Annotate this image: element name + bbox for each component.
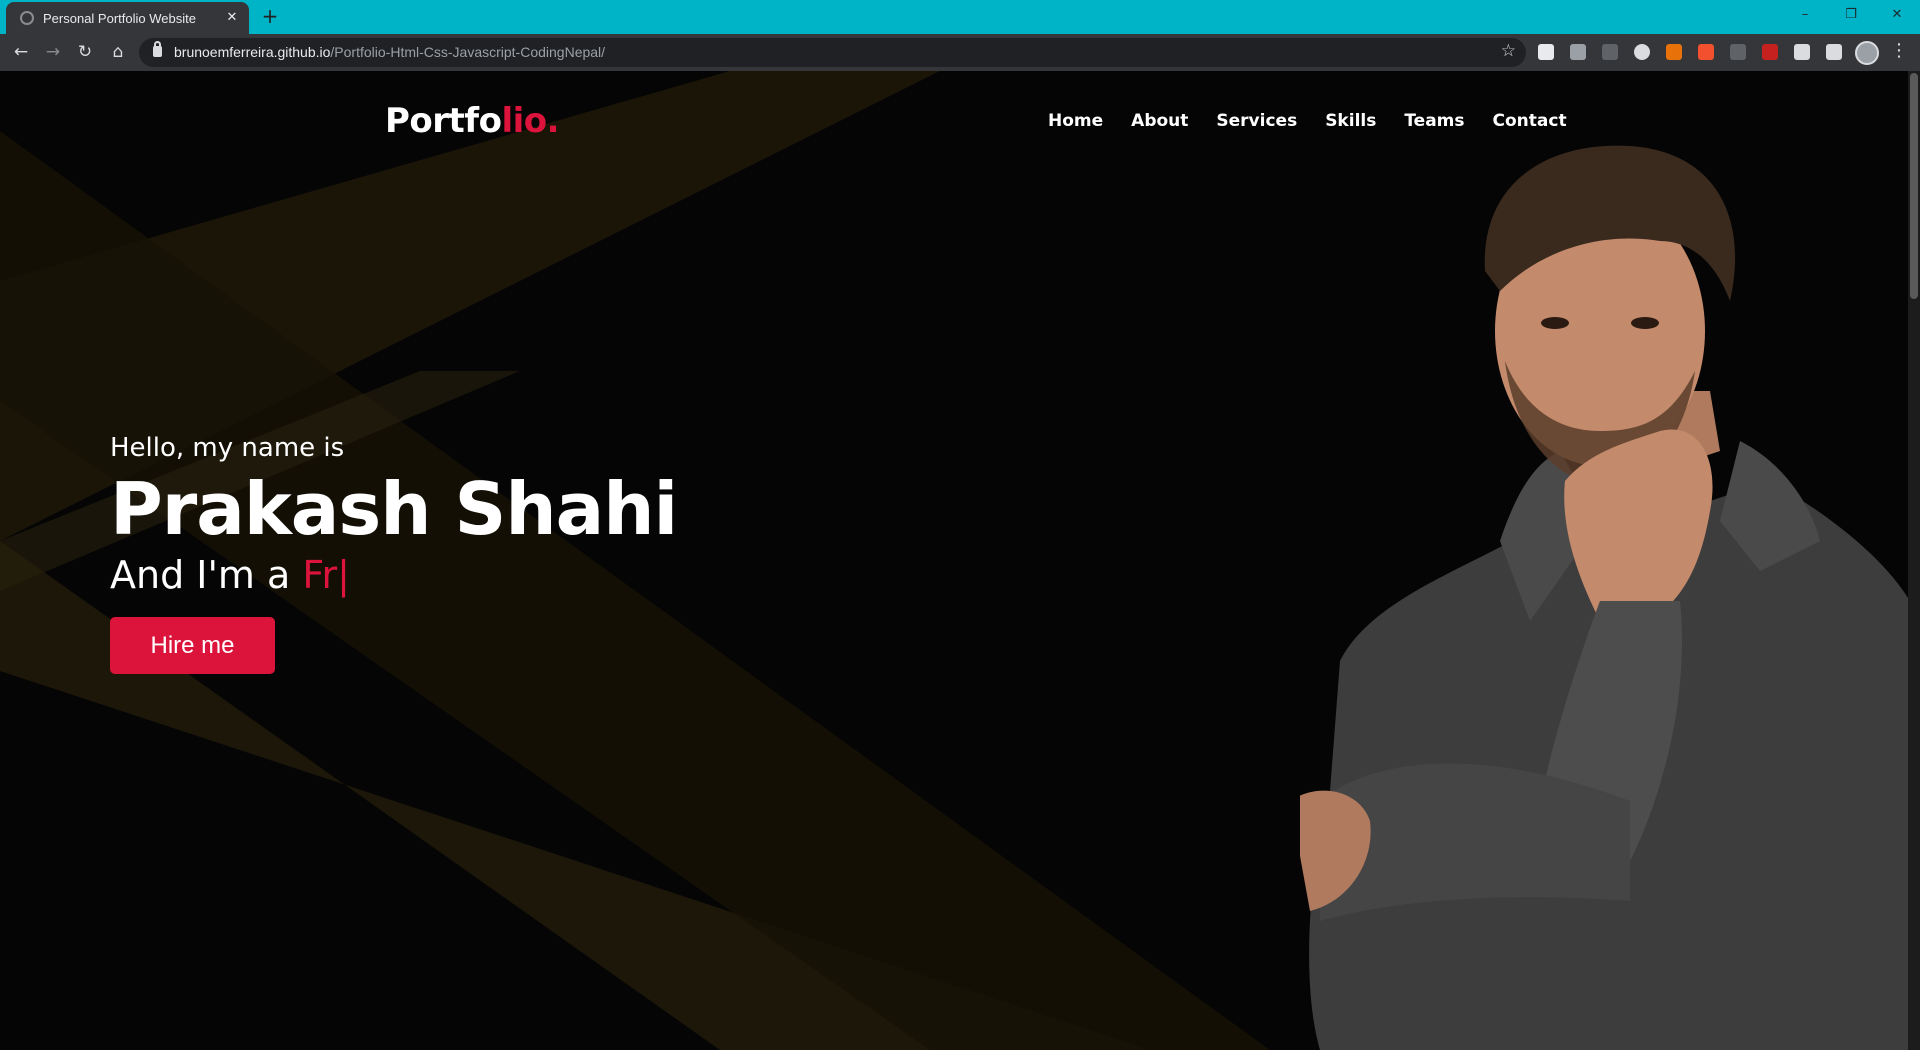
main-menu: Home About Services Skills Teams Contact [1048,111,1567,131]
site-navbar: Portfolio. Home About Services Skills Te… [0,71,1908,171]
restore-window-button[interactable]: ❐ [1828,0,1874,30]
extension-icon[interactable] [1730,44,1746,60]
hero-section: Hello, my name is Prakash Shahi And I'm … [110,433,678,674]
new-tab-button[interactable]: + [259,5,281,27]
tab-title: Personal Portfolio Website [43,10,196,26]
page-scrollbar[interactable] [1908,71,1920,1050]
hero-name: Prakash Shahi [110,467,678,551]
browser-tab-strip: Personal Portfolio Website ✕ + – ❐ ✕ [0,0,1920,34]
nav-teams-link[interactable]: Teams [1404,111,1464,131]
nav-about-link[interactable]: About [1131,111,1188,131]
extension-icon[interactable] [1666,44,1682,60]
hire-me-button[interactable]: Hire me [110,617,275,674]
browser-tab[interactable]: Personal Portfolio Website ✕ [6,2,249,34]
close-tab-icon[interactable]: ✕ [223,9,241,27]
forward-arrow-icon[interactable]: → [41,40,65,64]
profile-avatar[interactable] [1855,41,1879,65]
minimize-window-button[interactable]: – [1782,0,1828,30]
scrollbar-thumb[interactable] [1910,73,1918,299]
nav-contact-link[interactable]: Contact [1493,111,1567,131]
hero-role: And I'm a Fr| [110,553,350,597]
extension-icon[interactable] [1570,44,1586,60]
react-extension-icon[interactable] [1634,44,1650,60]
nav-home-link[interactable]: Home [1048,111,1103,131]
portfolio-page: Portfolio. Home About Services Skills Te… [0,71,1920,1050]
man-portrait-image [1300,145,1920,1050]
browser-toolbar: ← → ↻ ⌂ brunoemferreira.github.io/Portfo… [0,34,1920,71]
extension-icon[interactable] [1602,44,1618,60]
close-window-button[interactable]: ✕ [1874,0,1920,30]
site-logo[interactable]: Portfolio. [385,101,560,141]
reload-icon[interactable]: ↻ [73,40,97,64]
lock-icon [153,41,162,57]
url-text: brunoemferreira.github.io/Portfolio-Html… [174,44,606,60]
adblock-extension-icon[interactable] [1762,44,1778,60]
typed-role-text: Fr| [302,553,350,597]
nav-skills-link[interactable]: Skills [1325,111,1376,131]
gmail-extension-icon[interactable] [1538,44,1554,60]
nav-services-link[interactable]: Services [1216,111,1297,131]
browser-menu-icon[interactable]: ⋮ [1890,40,1908,61]
hero-greeting: Hello, my name is [110,433,345,463]
reading-list-icon[interactable] [1826,44,1842,60]
back-arrow-icon[interactable]: ← [9,40,33,64]
home-icon[interactable]: ⌂ [106,40,130,64]
bookmark-star-icon[interactable]: ☆ [1501,41,1516,61]
extension-icon[interactable] [1698,44,1714,60]
puzzle-extensions-icon[interactable] [1794,44,1810,60]
globe-icon [20,11,34,25]
address-bar[interactable]: brunoemferreira.github.io/Portfolio-Html… [139,38,1526,67]
